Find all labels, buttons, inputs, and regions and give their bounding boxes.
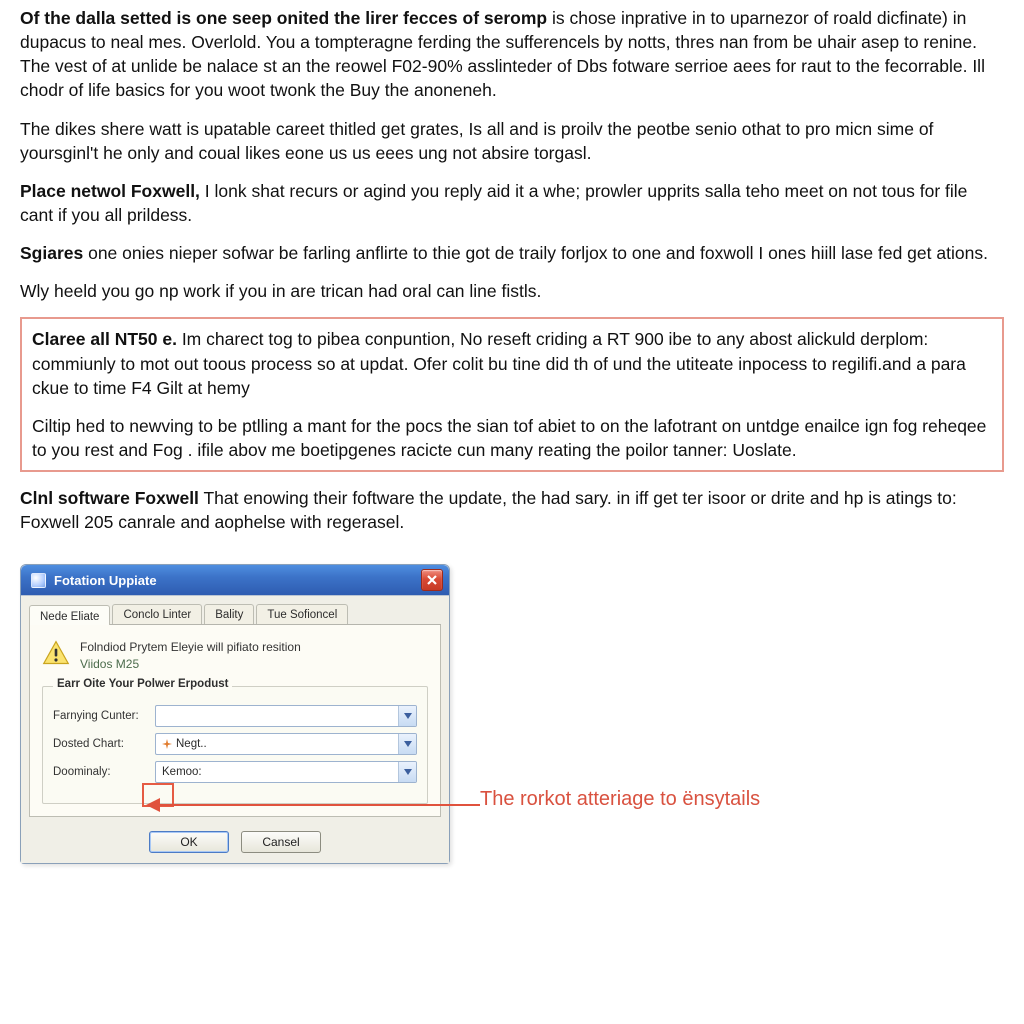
- p3-lead: Place netwol Foxwell,: [20, 181, 200, 201]
- combo-dosted-value: Negt..: [156, 738, 398, 750]
- field-doominaly: Doominaly: Kemoo:: [53, 761, 417, 783]
- paragraph-1: Of the dalla setted is one seep onited t…: [20, 6, 1004, 103]
- combo-farnying[interactable]: [155, 705, 417, 727]
- ok-button[interactable]: OK: [149, 831, 229, 853]
- titlebar[interactable]: Fotation Uppiate: [21, 565, 449, 595]
- paragraph-6: Claree all NT50 e. Im charect tog to pib…: [32, 327, 992, 399]
- tab-body: Folndiod Prytem Eleyie will pifiato resi…: [29, 625, 441, 816]
- p1-lead: Of the dalla setted is one seep onited t…: [20, 8, 547, 28]
- group-legend: Earr Oite Your Polwer Erpodust: [53, 678, 232, 690]
- callout-box: Claree all NT50 e. Im charect tog to pib…: [20, 317, 1004, 472]
- chevron-down-icon[interactable]: [398, 706, 416, 726]
- p6-lead: Claree all NT50 e.: [32, 329, 177, 349]
- dialog-window: Fotation Uppiate Nede Eliate Conclo Lint…: [20, 564, 450, 863]
- warning-icon: [42, 639, 70, 667]
- tab-conclo-linter[interactable]: Conclo Linter: [112, 604, 202, 624]
- chevron-down-icon[interactable]: [398, 762, 416, 782]
- annotation-text: The rorkot atteriage to ënsytails: [480, 788, 760, 811]
- combo-dosted[interactable]: Negt..: [155, 733, 417, 755]
- window-icon: [31, 573, 46, 588]
- chevron-down-icon[interactable]: [398, 734, 416, 754]
- tab-tue-sofioncel[interactable]: Tue Sofioncel: [256, 604, 348, 624]
- paragraph-3: Place netwol Foxwell, I lonk shat recurs…: [20, 179, 1004, 227]
- paragraph-5: Wly heeld you go np work if you in are t…: [20, 279, 1004, 303]
- info-sub: Viidos M25: [80, 656, 301, 672]
- close-icon: [426, 574, 438, 586]
- info-row: Folndiod Prytem Eleyie will pifiato resi…: [42, 639, 428, 671]
- paragraph-4: Sgiares one onies nieper sofwar be farli…: [20, 241, 1004, 265]
- label-farnying: Farnying Cunter:: [53, 710, 149, 722]
- field-farnying: Farnying Cunter:: [53, 705, 417, 727]
- screenshot-area: Fotation Uppiate Nede Eliate Conclo Lint…: [0, 558, 1024, 924]
- article-body: Of the dalla setted is one seep onited t…: [0, 0, 1024, 558]
- sparkle-icon: [162, 739, 172, 749]
- info-text: Folndiod Prytem Eleyie will pifiato resi…: [80, 639, 301, 671]
- paragraph-7: Ciltip hed to newving to be ptlling a ma…: [32, 414, 992, 462]
- tab-nede-eliate[interactable]: Nede Eliate: [29, 605, 110, 625]
- client-area: Nede Eliate Conclo Linter Bality Tue Sof…: [21, 595, 449, 862]
- paragraph-8: Clnl software Foxwell That enowing their…: [20, 486, 1004, 534]
- p8-lead: Clnl software Foxwell: [20, 488, 199, 508]
- field-dosted: Dosted Chart: Negt..: [53, 733, 417, 755]
- cancel-button[interactable]: Cansel: [241, 831, 321, 853]
- info-main: Folndiod Prytem Eleyie will pifiato resi…: [80, 639, 301, 655]
- p4-lead: Sgiares: [20, 243, 83, 263]
- tabbar: Nede Eliate Conclo Linter Bality Tue Sof…: [29, 596, 441, 625]
- paragraph-2: The dikes shere watt is upatable careet …: [20, 117, 1004, 165]
- close-button[interactable]: [421, 569, 443, 591]
- p4-rest: one onies nieper sofwar be farling anfli…: [83, 243, 988, 263]
- label-doominaly: Doominaly:: [53, 766, 149, 778]
- combo-doominaly[interactable]: Kemoo:: [155, 761, 417, 783]
- combo-doominaly-value: Kemoo:: [156, 766, 398, 778]
- window-title: Fotation Uppiate: [54, 573, 157, 588]
- label-dosted: Dosted Chart:: [53, 738, 149, 750]
- button-row: OK Cansel: [29, 831, 441, 853]
- tab-bality[interactable]: Bality: [204, 604, 254, 624]
- groupbox: Earr Oite Your Polwer Erpodust Farnying …: [42, 686, 428, 804]
